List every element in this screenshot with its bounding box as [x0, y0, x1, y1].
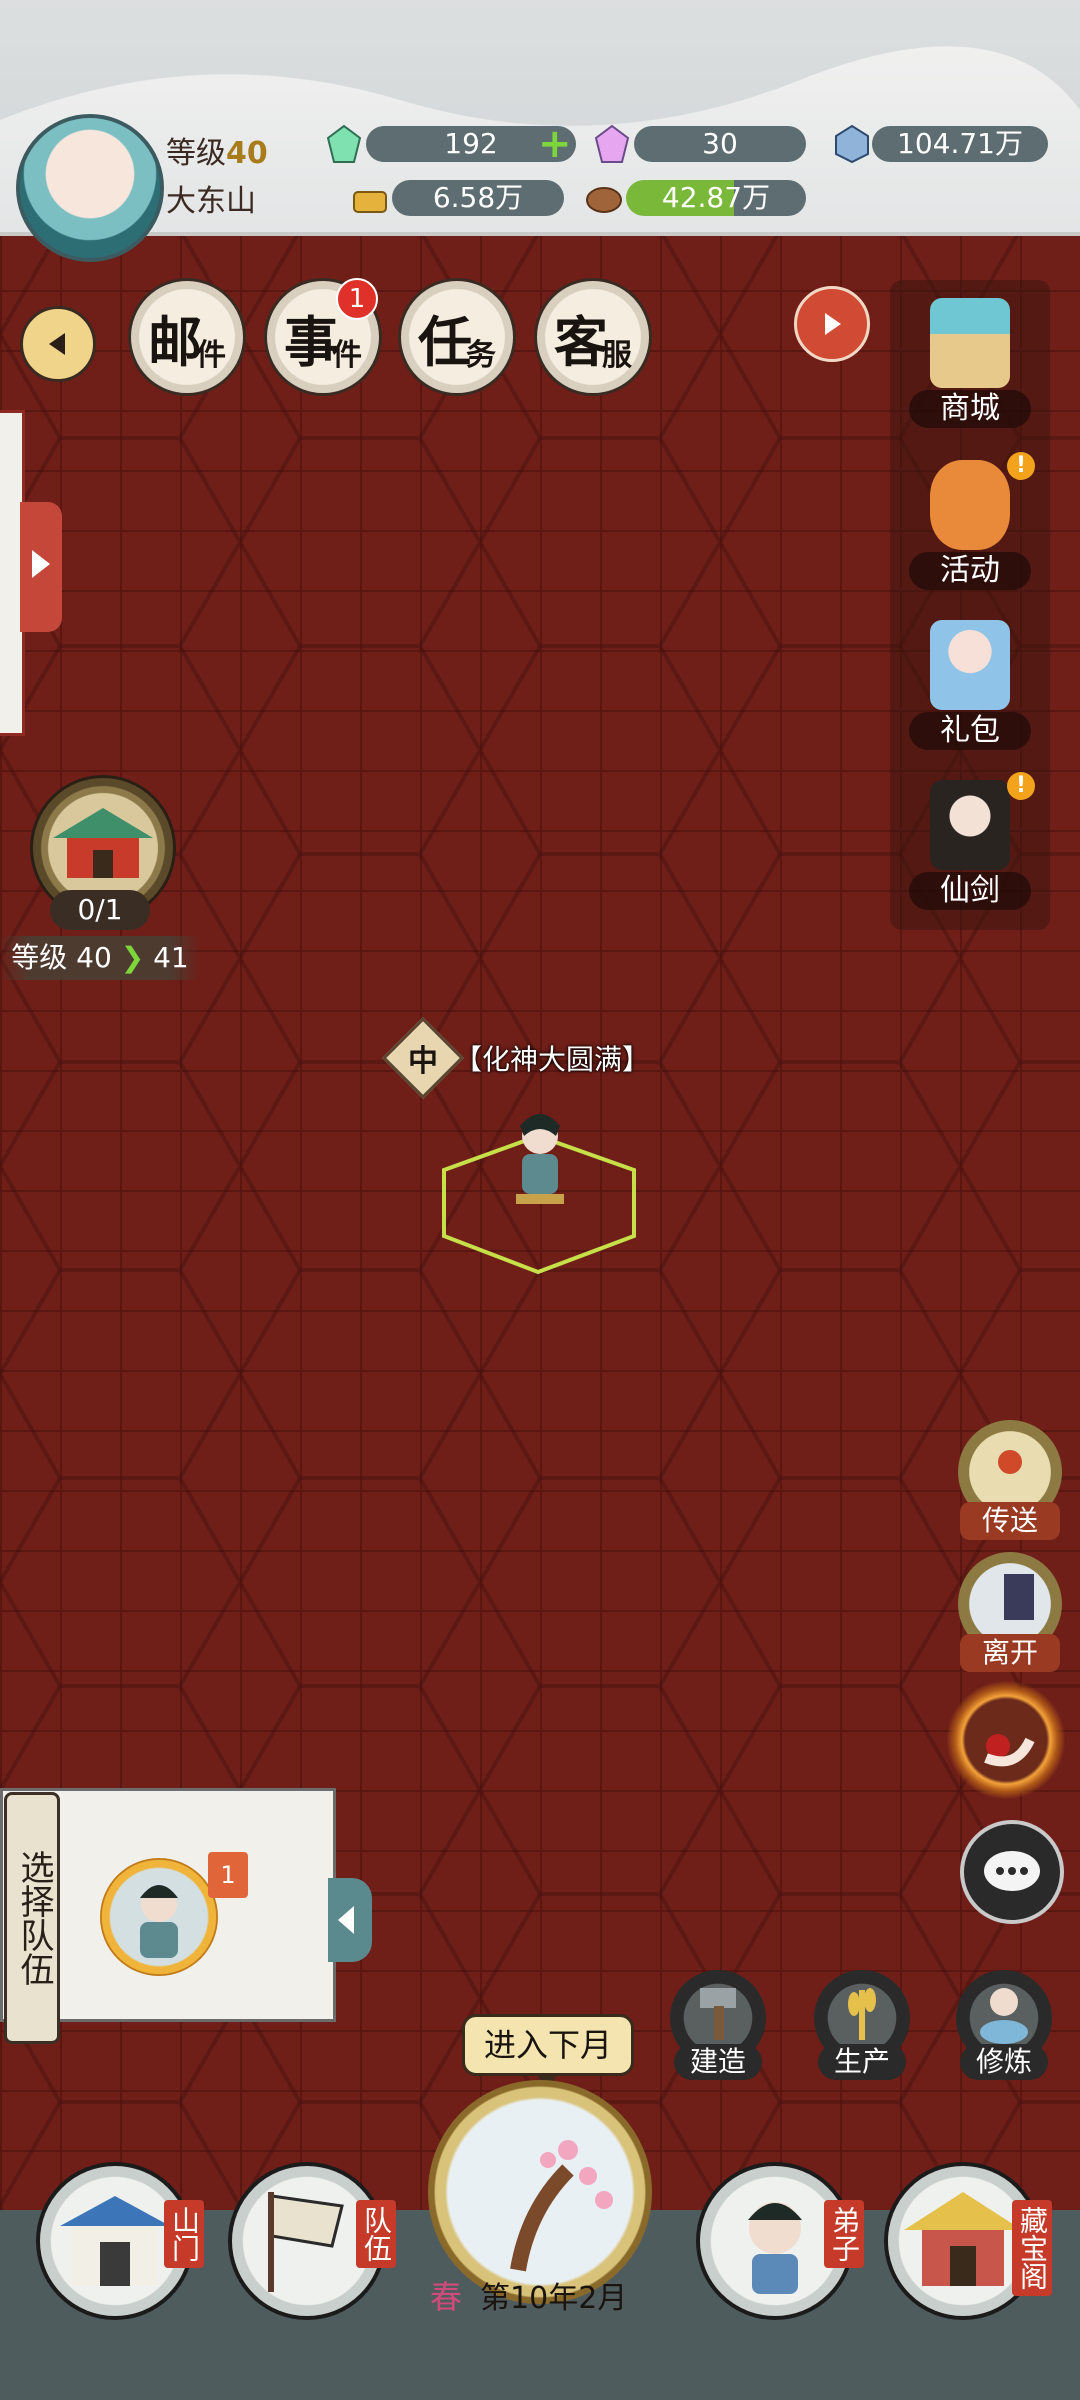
teleport-label: 传送: [960, 1502, 1060, 1540]
level-label: 等级: [166, 136, 226, 171]
gift-character-icon: [930, 620, 1010, 710]
plum-blossom-tree-icon: [510, 2140, 613, 2272]
produce-button[interactable]: 生产: [814, 1970, 910, 2080]
gift-pack-button[interactable]: 礼包: [895, 612, 1045, 762]
chevron-left-icon: [49, 333, 65, 355]
nav-mountain-gate-label: 山门: [164, 2200, 204, 2268]
tab-support-label: 客: [554, 309, 608, 374]
level-value: 40: [226, 136, 268, 171]
tab-tasks-sub: 务: [466, 338, 496, 373]
tab-tasks[interactable]: 任务: [398, 278, 516, 396]
gate-level-from: 等级 40: [11, 941, 112, 974]
rainbow-crystal-icon: [592, 124, 632, 164]
scroll-left-button[interactable]: [20, 306, 96, 382]
gate-count: 0/1: [50, 890, 150, 930]
shop-button[interactable]: 商城: [895, 290, 1045, 440]
orb-hand-icon: [984, 1734, 1035, 1767]
gold-ingot-icon: [350, 178, 390, 218]
produce-label: 生产: [818, 2044, 906, 2080]
tab-events-sub: 件: [332, 338, 362, 373]
skill-orb-button[interactable]: [946, 1680, 1066, 1800]
lantern-icon: [930, 460, 1010, 550]
leave-button[interactable]: 离开: [958, 1552, 1062, 1672]
chevron-right-icon: [825, 313, 841, 335]
gate-level-to: 41: [153, 941, 189, 974]
tab-tasks-label: 任: [418, 309, 472, 374]
add-crystal-button[interactable]: +: [538, 124, 572, 164]
player-level: 等级40: [166, 128, 268, 172]
shop-label: 商城: [909, 390, 1031, 428]
tab-mail-sub: 件: [196, 338, 226, 373]
realm-mark: 中: [408, 1044, 438, 1079]
sect-name: 大东山: [166, 184, 256, 219]
nav-mountain-gate[interactable]: 山门: [36, 2162, 204, 2320]
realm-name: 【化神大圆满】: [454, 1043, 651, 1076]
rainbow-amount: 30: [634, 126, 806, 162]
gem-amount: 104.71万: [872, 126, 1048, 162]
tab-mail-label: 邮: [148, 309, 202, 374]
gift-pack-label: 礼包: [909, 712, 1031, 750]
season-calendar[interactable]: [428, 2080, 652, 2304]
next-month-button[interactable]: 进入下月: [462, 2014, 634, 2089]
shop-icon: [930, 298, 1010, 388]
activity-button[interactable]: ! 活动: [895, 452, 1045, 602]
nav-team[interactable]: 队伍: [228, 2162, 396, 2320]
gold-amount: 6.58万: [392, 180, 564, 216]
tab-support-sub: 服: [602, 338, 632, 373]
cultivate-label: 修炼: [960, 2044, 1048, 2080]
chat-bubble-icon: [984, 1851, 1040, 1891]
disciple-portrait: [140, 1885, 178, 1958]
leave-label: 离开: [960, 1634, 1060, 1672]
swordsman-icon: [930, 780, 1010, 870]
build-label: 建造: [674, 2044, 762, 2080]
spirit-crystal-icon: [324, 124, 364, 164]
player-avatar[interactable]: [16, 114, 164, 262]
collapse-team-panel-button[interactable]: [328, 1878, 372, 1962]
scroll-right-button[interactable]: [794, 286, 870, 362]
gate-level-progress: 等级 40 ❯ 41: [0, 936, 200, 980]
events-badge: 1: [336, 278, 378, 320]
season-label: 春: [430, 2278, 463, 2316]
gem-icon: [832, 124, 872, 164]
activity-label: 活动: [909, 552, 1031, 590]
xianjian-button[interactable]: ! 仙剑: [895, 772, 1045, 922]
wood-log-icon: [584, 178, 624, 218]
nav-treasure-pavilion-label: 藏宝阁: [1012, 2200, 1052, 2296]
team-number-flag: 1: [208, 1852, 248, 1898]
wood-amount: 42.87万: [626, 180, 806, 216]
nav-disciples[interactable]: 弟子: [696, 2162, 864, 2320]
xianjian-alert-icon: !: [1007, 772, 1035, 800]
chat-button[interactable]: [960, 1820, 1064, 1924]
tab-support[interactable]: 客服: [534, 278, 652, 396]
expand-left-drawer-button[interactable]: [20, 502, 62, 632]
arrow-right-icon: ❯: [120, 941, 145, 974]
player-character[interactable]: [500, 1106, 580, 1212]
nav-team-label: 队伍: [356, 2200, 396, 2268]
xianjian-label: 仙剑: [909, 872, 1031, 910]
game-date: 春第10年2月: [430, 2276, 670, 2318]
tab-events-label: 事: [284, 309, 338, 374]
nav-treasure-pavilion[interactable]: 藏宝阁: [884, 2162, 1052, 2320]
select-team-button[interactable]: 选择队伍: [4, 1792, 60, 2044]
cultivate-button[interactable]: 修炼: [956, 1970, 1052, 2080]
date-label: 第10年2月: [480, 2281, 628, 2316]
build-button[interactable]: 建造: [670, 1970, 766, 2080]
activity-alert-icon: !: [1007, 452, 1035, 480]
nav-disciples-label: 弟子: [824, 2200, 864, 2268]
teleport-button[interactable]: 传送: [958, 1420, 1062, 1540]
character-realm-tag: 中 【化神大圆满】: [381, 1016, 651, 1100]
team-member-avatar[interactable]: [100, 1858, 218, 1976]
tab-mail[interactable]: 邮件: [128, 278, 246, 396]
